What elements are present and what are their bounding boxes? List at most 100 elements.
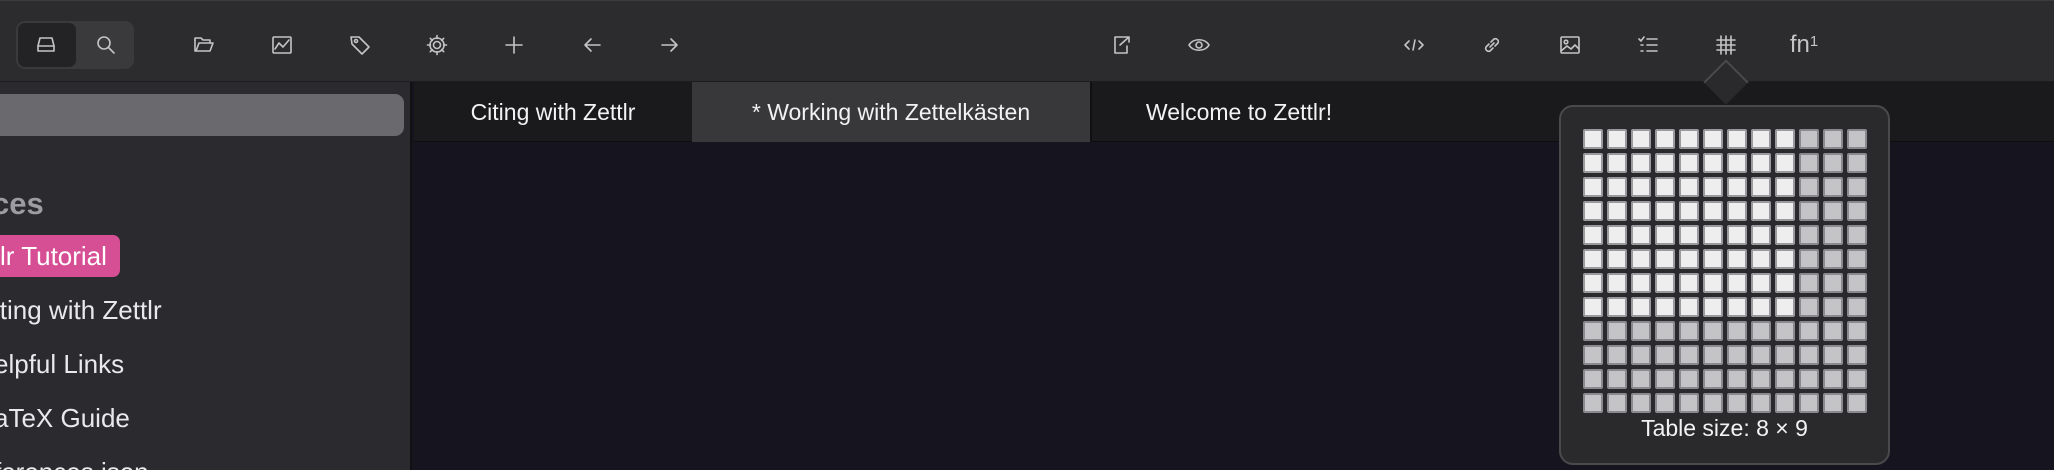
- table-grid-cell[interactable]: [1583, 393, 1603, 413]
- sidebar-item[interactable]: ferences.json: [0, 457, 149, 470]
- table-grid-cell[interactable]: [1607, 225, 1627, 245]
- table-grid-cell[interactable]: [1703, 177, 1723, 197]
- table-grid-cell[interactable]: [1847, 345, 1867, 365]
- table-grid-cell[interactable]: [1847, 273, 1867, 293]
- preview-icon[interactable]: [1177, 23, 1221, 67]
- global-search-icon[interactable]: [84, 23, 128, 67]
- table-grid-cell[interactable]: [1703, 273, 1723, 293]
- new-file-icon[interactable]: [492, 23, 536, 67]
- table-grid-cell[interactable]: [1703, 345, 1723, 365]
- table-grid-cell[interactable]: [1631, 225, 1651, 245]
- table-grid-cell[interactable]: [1655, 153, 1675, 173]
- table-grid-cell[interactable]: [1823, 297, 1843, 317]
- table-grid-cell[interactable]: [1631, 273, 1651, 293]
- table-grid-cell[interactable]: [1727, 297, 1747, 317]
- settings-icon[interactable]: [415, 23, 459, 67]
- table-grid-cell[interactable]: [1775, 297, 1795, 317]
- table-grid-cell[interactable]: [1607, 297, 1627, 317]
- table-grid-cell[interactable]: [1607, 201, 1627, 221]
- table-grid-cell[interactable]: [1751, 273, 1771, 293]
- table-grid-cell[interactable]: [1655, 345, 1675, 365]
- table-grid-cell[interactable]: [1775, 177, 1795, 197]
- table-grid-cell[interactable]: [1583, 129, 1603, 149]
- table-grid-cell[interactable]: [1775, 249, 1795, 269]
- table-grid-cell[interactable]: [1799, 297, 1819, 317]
- table-grid-cell[interactable]: [1631, 369, 1651, 389]
- table-grid-cell[interactable]: [1631, 129, 1651, 149]
- table-grid-cell[interactable]: [1607, 153, 1627, 173]
- table-grid-cell[interactable]: [1823, 153, 1843, 173]
- table-grid-cell[interactable]: [1727, 369, 1747, 389]
- table-grid-cell[interactable]: [1823, 225, 1843, 245]
- table-grid-cell[interactable]: [1631, 201, 1651, 221]
- forward-icon[interactable]: [648, 23, 692, 67]
- table-grid-cell[interactable]: [1703, 393, 1723, 413]
- table-grid-cell[interactable]: [1727, 177, 1747, 197]
- table-grid-cell[interactable]: [1679, 249, 1699, 269]
- table-grid-cell[interactable]: [1775, 273, 1795, 293]
- table-grid-cell[interactable]: [1607, 177, 1627, 197]
- table-grid-cell[interactable]: [1775, 321, 1795, 341]
- table-grid-cell[interactable]: [1847, 153, 1867, 173]
- table-grid-cell[interactable]: [1799, 225, 1819, 245]
- table-grid-cell[interactable]: [1823, 393, 1843, 413]
- table-grid-cell[interactable]: [1607, 393, 1627, 413]
- table-grid-cell[interactable]: [1727, 225, 1747, 245]
- table-grid-cell[interactable]: [1775, 153, 1795, 173]
- table-grid-cell[interactable]: [1631, 297, 1651, 317]
- table-size-grid[interactable]: [1583, 129, 1867, 413]
- table-grid-cell[interactable]: [1655, 225, 1675, 245]
- table-grid-cell[interactable]: [1799, 201, 1819, 221]
- table-grid-cell[interactable]: [1703, 369, 1723, 389]
- table-grid-cell[interactable]: [1583, 369, 1603, 389]
- table-grid-cell[interactable]: [1847, 393, 1867, 413]
- table-grid-cell[interactable]: [1583, 153, 1603, 173]
- table-grid-cell[interactable]: [1631, 177, 1651, 197]
- export-icon[interactable]: [1099, 23, 1143, 67]
- table-grid-cell[interactable]: [1751, 297, 1771, 317]
- footnote-icon[interactable]: fn 1: [1782, 23, 1826, 67]
- table-grid-cell[interactable]: [1823, 345, 1843, 365]
- table-grid-cell[interactable]: [1583, 345, 1603, 365]
- table-grid-cell[interactable]: [1751, 369, 1771, 389]
- table-grid-cell[interactable]: [1775, 201, 1795, 221]
- table-grid-cell[interactable]: [1727, 273, 1747, 293]
- code-icon[interactable]: [1392, 23, 1436, 67]
- table-grid-cell[interactable]: [1631, 249, 1651, 269]
- sidebar-tag-tutorial[interactable]: lr Tutorial: [0, 235, 120, 277]
- table-grid-cell[interactable]: [1799, 321, 1819, 341]
- table-grid-cell[interactable]: [1727, 201, 1747, 221]
- table-grid-cell[interactable]: [1679, 129, 1699, 149]
- table-grid-cell[interactable]: [1607, 369, 1627, 389]
- table-grid-cell[interactable]: [1823, 369, 1843, 389]
- table-grid-cell[interactable]: [1583, 225, 1603, 245]
- table-grid-cell[interactable]: [1703, 129, 1723, 149]
- table-grid-cell[interactable]: [1703, 153, 1723, 173]
- table-grid-cell[interactable]: [1655, 297, 1675, 317]
- table-grid-cell[interactable]: [1823, 273, 1843, 293]
- table-grid-cell[interactable]: [1823, 201, 1843, 221]
- table-grid-cell[interactable]: [1847, 225, 1867, 245]
- table-grid-cell[interactable]: [1679, 297, 1699, 317]
- table-grid-cell[interactable]: [1583, 273, 1603, 293]
- table-grid-cell[interactable]: [1607, 345, 1627, 365]
- table-grid-cell[interactable]: [1679, 177, 1699, 197]
- table-grid-cell[interactable]: [1679, 321, 1699, 341]
- link-icon[interactable]: [1470, 23, 1514, 67]
- table-grid-cell[interactable]: [1775, 345, 1795, 365]
- table-grid-cell[interactable]: [1679, 393, 1699, 413]
- table-grid-cell[interactable]: [1703, 225, 1723, 245]
- table-grid-cell[interactable]: [1775, 393, 1795, 413]
- open-workspace-icon[interactable]: [182, 23, 226, 67]
- table-grid-cell[interactable]: [1607, 273, 1627, 293]
- table-grid-cell[interactable]: [1775, 369, 1795, 389]
- table-grid-cell[interactable]: [1631, 153, 1651, 173]
- table-grid-cell[interactable]: [1679, 201, 1699, 221]
- table-grid-cell[interactable]: [1799, 177, 1819, 197]
- file-manager-icon[interactable]: [24, 23, 68, 67]
- table-grid-cell[interactable]: [1655, 369, 1675, 389]
- table-grid-cell[interactable]: [1799, 273, 1819, 293]
- table-grid-cell[interactable]: [1607, 249, 1627, 269]
- table-grid-cell[interactable]: [1823, 177, 1843, 197]
- table-grid-cell[interactable]: [1847, 369, 1867, 389]
